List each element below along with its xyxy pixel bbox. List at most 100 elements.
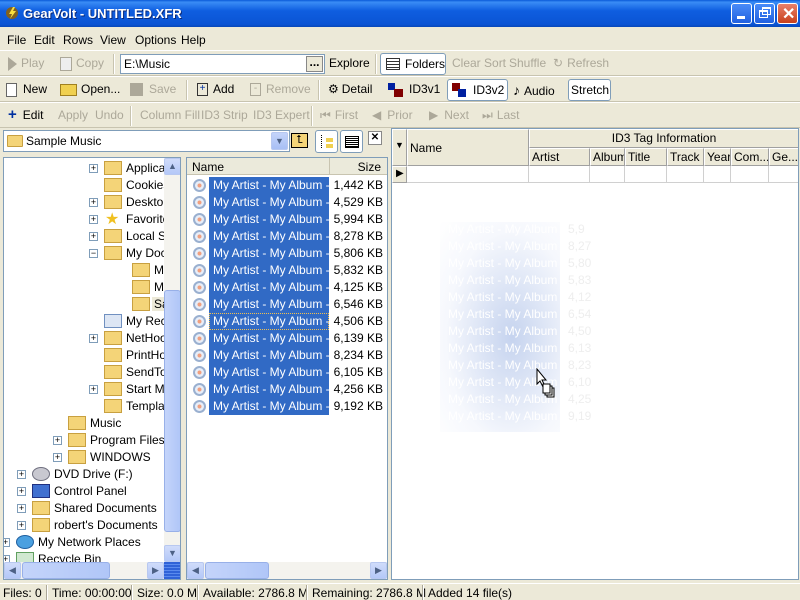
chevron-down-icon[interactable]: ▼: [271, 132, 288, 150]
folders-button[interactable]: Folders: [380, 53, 446, 75]
scroll-thumb[interactable]: [205, 562, 269, 579]
file-row[interactable]: My Artist - My Album -... 5,832 KB: [187, 262, 387, 279]
list-view-button[interactable]: [340, 130, 363, 153]
scroll-thumb[interactable]: [22, 562, 110, 579]
restore-button[interactable]: [754, 3, 775, 24]
edit-button[interactable]: + Edit: [8, 107, 43, 122]
collapse-icon[interactable]: −: [89, 249, 98, 258]
play-button[interactable]: Play: [8, 56, 44, 71]
grid-header-name[interactable]: Name: [407, 129, 529, 166]
close-pane-button[interactable]: ✕: [368, 131, 382, 145]
menu-options[interactable]: Options: [135, 33, 176, 47]
grid-header-track[interactable]: Track: [667, 148, 704, 166]
file-row[interactable]: My Artist - My Album -... 8,234 KB: [187, 347, 387, 364]
next-button[interactable]: ▶ Next: [429, 108, 469, 122]
grid-cell[interactable]: [667, 166, 704, 183]
expand-icon[interactable]: +: [89, 198, 98, 207]
grid-header-year[interactable]: Year: [704, 148, 731, 166]
expand-icon[interactable]: +: [89, 215, 98, 224]
stretch-button[interactable]: Stretch: [568, 79, 611, 101]
grid-header-title[interactable]: Title: [625, 148, 667, 166]
scroll-thumb[interactable]: [164, 290, 180, 532]
tree-hscrollbar[interactable]: ◀ ▶: [4, 562, 164, 579]
menu-file[interactable]: File: [7, 33, 26, 47]
file-row[interactable]: My Artist - My Album -... 4,125 KB: [187, 279, 387, 296]
column-size[interactable]: Size: [358, 160, 381, 174]
file-row[interactable]: My Artist - My Album -... 5,806 KB: [187, 245, 387, 262]
id3-strip-button[interactable]: ID3 Strip: [201, 108, 248, 122]
scroll-left-icon[interactable]: ◀: [4, 562, 21, 579]
first-button[interactable]: ⏮ First: [320, 108, 358, 123]
row-indicator[interactable]: ▶: [392, 166, 407, 183]
clear-sort-button[interactable]: Clear Sort: [452, 56, 506, 70]
expand-icon[interactable]: +: [17, 487, 26, 496]
refresh-button[interactable]: ↻ Refresh: [553, 56, 609, 70]
grid-cell[interactable]: [769, 166, 798, 183]
copy-button[interactable]: Copy: [60, 56, 104, 71]
id3v2-button[interactable]: ID3v2: [447, 79, 508, 101]
path-input[interactable]: E:\Music ...: [120, 54, 325, 74]
tree-vscrollbar[interactable]: ▲ ▼: [164, 158, 180, 562]
grid-cell[interactable]: [704, 166, 731, 183]
grid-header-artist[interactable]: Artist: [529, 148, 590, 166]
save-button[interactable]: Save: [130, 82, 176, 97]
tree-view-button[interactable]: [315, 130, 338, 153]
file-row[interactable]: My Artist - My Album -... 1,442 KB: [187, 177, 387, 194]
new-button[interactable]: New: [6, 82, 47, 97]
scroll-down-icon[interactable]: ▼: [164, 545, 180, 562]
expand-icon[interactable]: +: [4, 538, 10, 547]
grid-cell[interactable]: [625, 166, 667, 183]
expand-icon[interactable]: +: [17, 521, 26, 530]
grid-header-comment[interactable]: Com...: [731, 148, 769, 166]
expand-icon[interactable]: +: [17, 470, 26, 479]
expand-icon[interactable]: +: [53, 453, 62, 462]
file-row[interactable]: My Artist - My Album -... 6,546 KB: [187, 296, 387, 313]
column-fill-button[interactable]: Column Fill: [140, 108, 200, 122]
file-row[interactable]: My Artist - My Album -... 5,994 KB: [187, 211, 387, 228]
scroll-right-icon[interactable]: ▶: [147, 562, 164, 579]
menu-rows[interactable]: Rows: [63, 33, 93, 47]
expand-icon[interactable]: +: [17, 504, 26, 513]
file-row[interactable]: My Artist - My Album -... 4,506 KB: [187, 313, 387, 330]
expand-icon[interactable]: +: [89, 232, 98, 241]
last-button[interactable]: ⏭ Last: [482, 108, 520, 123]
shuffle-button[interactable]: Shuffle: [509, 56, 546, 70]
column-name[interactable]: Name: [192, 160, 224, 174]
expand-icon[interactable]: +: [89, 385, 98, 394]
folder-combo[interactable]: Sample Music ▼: [3, 130, 290, 152]
grid-header-genre[interactable]: Ge...: [769, 148, 798, 166]
undo-button[interactable]: Undo: [95, 108, 124, 122]
id3v1-button[interactable]: ID3v1: [388, 82, 440, 97]
row-selector-header[interactable]: ▼: [392, 129, 407, 166]
detail-button[interactable]: ⚙ Detail: [328, 82, 372, 96]
browse-button[interactable]: ...: [306, 56, 323, 72]
audio-button[interactable]: ♪ Audio: [513, 82, 555, 98]
add-button[interactable]: + Add: [197, 82, 234, 97]
remove-button[interactable]: - Remove: [250, 82, 311, 97]
file-list-hscrollbar[interactable]: ◀ ▶: [187, 562, 387, 579]
file-row[interactable]: My Artist - My Album -... 4,529 KB: [187, 194, 387, 211]
minimize-button[interactable]: [731, 3, 752, 24]
apply-button[interactable]: Apply: [58, 108, 88, 122]
file-row[interactable]: My Artist - My Album -... 6,139 KB: [187, 330, 387, 347]
expand-icon[interactable]: +: [89, 334, 98, 343]
menu-help[interactable]: Help: [181, 33, 206, 47]
grid-cell[interactable]: [731, 166, 769, 183]
id3-expert-button[interactable]: ID3 Expert: [253, 108, 310, 122]
prior-button[interactable]: ◀ Prior: [372, 108, 413, 122]
scroll-up-icon[interactable]: ▲: [164, 158, 180, 175]
grid-header-album[interactable]: Album: [590, 148, 625, 166]
close-button[interactable]: ✕: [777, 3, 798, 24]
grid-cell[interactable]: [590, 166, 625, 183]
open-button[interactable]: Open...: [60, 82, 120, 96]
grid-cell[interactable]: [407, 166, 529, 183]
up-folder-button[interactable]: ⮤: [291, 133, 308, 148]
expand-icon[interactable]: +: [89, 164, 98, 173]
file-row[interactable]: My Artist - My Album -... 9,192 KB: [187, 398, 387, 415]
file-row[interactable]: My Artist - My Album -... 8,278 KB: [187, 228, 387, 245]
explore-button[interactable]: Explore: [329, 56, 370, 70]
menu-edit[interactable]: Edit: [34, 33, 55, 47]
file-row[interactable]: My Artist - My Album -... 4,256 KB: [187, 381, 387, 398]
expand-icon[interactable]: +: [53, 436, 62, 445]
scroll-right-icon[interactable]: ▶: [370, 562, 387, 579]
